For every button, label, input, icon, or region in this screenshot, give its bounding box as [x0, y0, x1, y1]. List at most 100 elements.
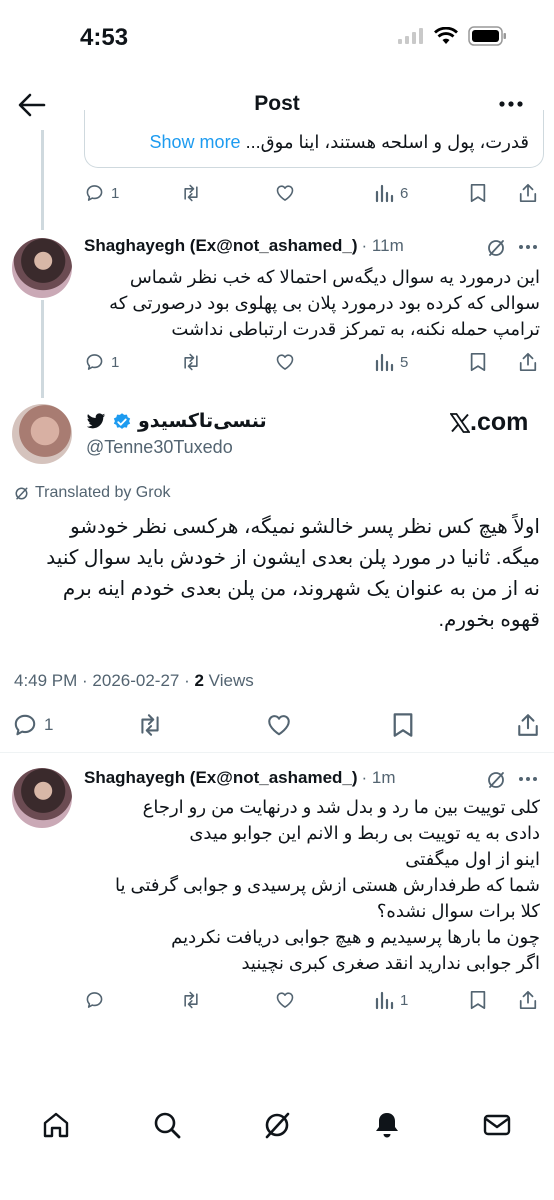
bookmark-button[interactable]: [469, 178, 487, 208]
thread-line: [41, 300, 44, 398]
verified-badge-icon: [113, 412, 131, 429]
translated-by-grok[interactable]: Translated by Grok: [14, 484, 170, 502]
share-button[interactable]: [518, 178, 538, 208]
grok-icon[interactable]: [486, 770, 506, 790]
status-icons: [398, 26, 508, 46]
more-options-icon[interactable]: [518, 244, 538, 250]
main-tweet-text: اولاً هیچ کس نظر پسر خالشو نمیگه، هرکسی …: [46, 512, 540, 636]
bookmark-icon: [470, 990, 486, 1010]
wifi-icon: [434, 27, 458, 44]
tweet-text: این درمورد یه سوال دیگه‌س احتمالا که خب …: [109, 264, 540, 342]
avatar[interactable]: [12, 238, 72, 298]
tweet-actions: 1: [84, 985, 544, 1015]
heart-icon: [268, 715, 290, 736]
bookmark-button[interactable]: [469, 985, 487, 1015]
tweet-author-line: Shaghayegh (Ex@not_ashamed_) · 11m: [84, 236, 404, 256]
author-name[interactable]: Shaghayegh (Ex@not_ashamed_): [84, 768, 358, 788]
reply-icon: [14, 714, 36, 736]
tweet-time: · 11m: [361, 236, 404, 255]
show-more-link[interactable]: Show more: [150, 132, 241, 152]
divider: [0, 752, 554, 753]
share-button[interactable]: [518, 985, 538, 1015]
views-count: 6: [400, 184, 409, 202]
reply-button[interactable]: 1: [12, 710, 53, 740]
views-button[interactable]: 6: [374, 178, 408, 208]
grok-icon[interactable]: [262, 1110, 292, 1140]
heart-icon: [276, 185, 294, 201]
more-options-icon[interactable]: [518, 776, 538, 782]
home-indicator-area: [0, 1170, 554, 1200]
like-button[interactable]: [274, 178, 296, 208]
bookmark-button[interactable]: [469, 347, 487, 377]
reply-count: 1: [111, 353, 120, 371]
status-time: 4:53: [80, 24, 129, 51]
reply-button[interactable]: 1: [84, 178, 119, 208]
bookmark-icon: [393, 713, 413, 737]
search-icon[interactable]: [152, 1110, 182, 1140]
x-logo-icon: [450, 412, 470, 433]
like-button[interactable]: [274, 985, 296, 1015]
heart-icon: [276, 354, 294, 370]
repost-button[interactable]: [180, 347, 202, 377]
tweet-line: نه از من به عنوان یک شهروند، من پلن بعدی…: [62, 578, 540, 600]
views-chart-icon: [375, 184, 394, 203]
views-button[interactable]: 5: [374, 347, 408, 377]
repost-button[interactable]: [180, 985, 202, 1015]
tweet-actions: 1 6: [84, 178, 544, 208]
reply-count: 1: [111, 184, 120, 202]
tweet-line: دادی به یه توییت بی ربط و الانم این جواب…: [189, 823, 540, 843]
like-button[interactable]: [265, 710, 293, 740]
tweet-time: · 1m: [361, 768, 396, 787]
tweet-line: اگر جوابی ندارید انقد صغری کبری نچینید: [241, 953, 540, 973]
author-name[interactable]: Shaghayegh (Ex@not_ashamed_): [84, 236, 358, 256]
x-com-logo: .com: [450, 408, 528, 437]
repost-icon: [141, 714, 159, 736]
like-button[interactable]: [274, 347, 296, 377]
tweet-text: کلی توییت بین ما رد و بدل شد و درنهایت م…: [115, 794, 540, 976]
main-author-name[interactable]: تنسی‌تاکسیدو: [86, 410, 267, 433]
cellular-signal-icon: [398, 28, 423, 44]
tweet-line: شما که طرفدارش هستی ازش پرسیدی و جوابی گ…: [115, 875, 540, 895]
reply-icon: [86, 354, 103, 370]
quoted-tweet-card[interactable]: قدرت، پول و اسلحه هستند، اینا موق... Sho…: [84, 110, 544, 168]
bookmark-icon: [470, 352, 486, 372]
tweet-timestamp[interactable]: 4:49 PM · 2026-02-27 ·: [14, 671, 194, 690]
repost-button[interactable]: [136, 710, 164, 740]
tweet-line: ترامپ حمله نکنه، به تمرکز قدرت ارتباطی ن…: [171, 319, 540, 339]
bottom-tab-bar: [0, 1100, 554, 1150]
main-author-handle[interactable]: @Tenne30Tuxedo: [86, 437, 233, 458]
tweet-author-line: Shaghayegh (Ex@not_ashamed_) · 1m: [84, 768, 396, 788]
grok-icon[interactable]: [486, 238, 506, 258]
share-button[interactable]: [516, 710, 540, 740]
thread-line: [41, 130, 44, 230]
repost-button[interactable]: [180, 178, 202, 208]
home-icon[interactable]: [41, 1110, 71, 1140]
battery-icon: [468, 26, 506, 46]
messages-icon[interactable]: [482, 1110, 512, 1140]
main-tweet-actions: 1: [12, 710, 542, 740]
repost-icon: [184, 991, 198, 1009]
share-icon: [518, 714, 538, 736]
views-button[interactable]: 1: [374, 985, 408, 1015]
tweet-actions: 1 5: [84, 347, 544, 377]
avatar[interactable]: [12, 768, 72, 828]
notifications-icon[interactable]: [372, 1110, 402, 1140]
status-bar: 4:53: [0, 0, 554, 76]
reply-button[interactable]: 1: [84, 347, 119, 377]
bird-icon: [86, 413, 106, 429]
share-icon: [519, 990, 537, 1010]
bookmark-button[interactable]: [392, 710, 414, 740]
avatar[interactable]: [12, 404, 72, 464]
reply-button[interactable]: [84, 985, 105, 1015]
reply-icon: [86, 185, 103, 201]
share-button[interactable]: [518, 347, 538, 377]
heart-icon: [276, 992, 294, 1008]
tweet-line: قهوه بخورم.: [438, 609, 540, 631]
x-com-text: .com: [470, 408, 529, 436]
tweet-line: کلا برات سوال نشده؟: [376, 901, 540, 921]
tweet-line: سوالی که کرده بود درمورد پلان بی پهلوی ب…: [109, 293, 540, 313]
tweet-line: این درمورد یه سوال دیگه‌س احتمالا که خب …: [129, 267, 540, 287]
main-author-display-name: تنسی‌تاکسیدو: [138, 411, 267, 432]
quoted-text: قدرت، پول و اسلحه هستند، اینا موق...: [245, 132, 529, 152]
repost-icon: [184, 353, 198, 371]
